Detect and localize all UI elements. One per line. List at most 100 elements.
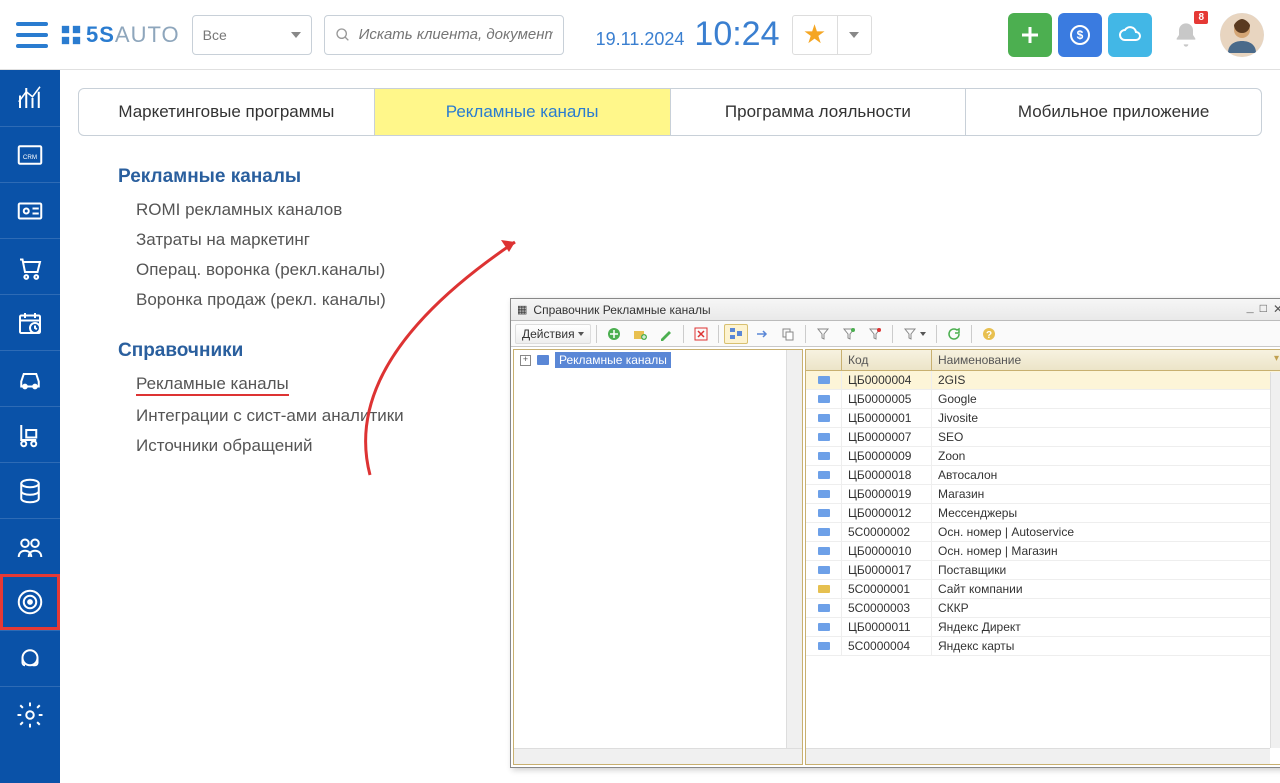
cell-name: Мессенджеры [932,504,1280,522]
tree-panel: + Рекламные каналы [513,349,803,765]
actions-menu[interactable]: Действия [515,324,591,344]
tree-scrollbar-v[interactable] [786,350,802,748]
help-button[interactable]: ? [977,324,1001,344]
col-code[interactable]: Код [842,350,932,370]
grid-scrollbar-v[interactable] [1270,372,1280,748]
window-titlebar[interactable]: ▦ Справочник Рекламные каналы _ □ ✕ [511,299,1280,321]
sidebar-item-marketing[interactable] [0,574,60,630]
table-row[interactable]: ЦБ0000007SEO [806,428,1280,447]
grid-header: Код Наименование▾ [806,350,1280,371]
cell-code: ЦБ0000019 [842,485,932,503]
edit-button[interactable] [654,324,678,344]
window-icon: ▦ [517,303,527,316]
tab-1[interactable]: Рекламные каналы [375,89,671,135]
cell-code: 5С0000001 [842,580,932,598]
people-icon [15,532,45,562]
cell-name: СККР [932,599,1280,617]
tab-3[interactable]: Мобильное приложение [966,89,1261,135]
table-row[interactable]: 5С0000002Осн. номер | Autoservice [806,523,1280,542]
hamburger-menu[interactable] [16,22,48,48]
tree-scrollbar-h[interactable] [514,748,802,764]
grid-panel: Код Наименование▾ ЦБ00000042GISЦБ0000005… [805,349,1280,765]
close-button[interactable]: ✕ [1273,302,1280,317]
table-row[interactable]: ЦБ0000009Zoon [806,447,1280,466]
copy-button[interactable] [776,324,800,344]
refresh-button[interactable] [942,324,966,344]
notifications[interactable]: 8 [1164,13,1208,57]
cell-name: Zoon [932,447,1280,465]
table-row[interactable]: ЦБ0000010Осн. номер | Магазин [806,542,1280,561]
row-icon [818,414,830,422]
sidebar-item-calendar[interactable] [0,294,60,350]
table-row[interactable]: 5С0000003СККР [806,599,1280,618]
favorites[interactable]: ★ [792,15,872,55]
user-avatar[interactable] [1220,13,1264,57]
window-title: Справочник Рекламные каналы [533,303,710,317]
table-row[interactable]: ЦБ0000001Jivosite [806,409,1280,428]
sidebar-item-crm[interactable]: CRM [0,126,60,182]
cell-code: ЦБ0000017 [842,561,932,579]
nav-link[interactable]: Рекламные каналы [136,374,289,396]
svg-text:$: $ [1077,28,1084,42]
expand-icon[interactable]: + [520,355,531,366]
sidebar-item-support[interactable] [0,630,60,686]
table-row[interactable]: ЦБ00000042GIS [806,371,1280,390]
add-button[interactable] [1008,13,1052,57]
hierarchy-button[interactable] [724,324,748,344]
tree-root[interactable]: + Рекламные каналы [514,350,802,370]
top-buttons: $ [1008,13,1152,57]
car-icon [15,364,45,394]
filter-dropdown[interactable]: Все [192,15,312,55]
sidebar-item-inventory[interactable] [0,406,60,462]
filter-value: Все [203,27,227,43]
cell-name: SEO [932,428,1280,446]
move-button[interactable] [750,324,774,344]
table-row[interactable]: ЦБ0000012Мессенджеры [806,504,1280,523]
table-row[interactable]: 5С0000001Сайт компании [806,580,1280,599]
table-row[interactable]: ЦБ0000018Автосалон [806,466,1280,485]
nav-link[interactable]: Операц. воронка (рекл.каналы) [136,260,1222,280]
sidebar-item-dashboard[interactable] [0,70,60,126]
search-box[interactable] [324,15,564,55]
grid-scrollbar-h[interactable] [806,748,1270,764]
maximize-button[interactable]: □ [1260,302,1267,317]
delete-button[interactable] [689,324,713,344]
nav-link[interactable]: ROMI рекламных каналов [136,200,1222,220]
search-input[interactable] [359,26,553,43]
table-row[interactable]: ЦБ0000005Google [806,390,1280,409]
tab-2[interactable]: Программа лояльности [671,89,967,135]
date: 19.11.2024 [596,29,685,50]
col-name[interactable]: Наименование▾ [932,350,1280,370]
add-item-button[interactable] [602,324,626,344]
settings-sync-button[interactable]: $ [1058,13,1102,57]
sidebar-item-vehicles[interactable] [0,350,60,406]
section-title: Рекламные каналы [118,166,1222,188]
trolley-icon [15,420,45,450]
add-folder-button[interactable] [628,324,652,344]
col-icon[interactable] [806,350,842,370]
filter3-button[interactable] [863,324,887,344]
tab-0[interactable]: Маркетинговые программы [79,89,375,135]
sidebar-item-settings[interactable] [0,686,60,742]
sidebar-item-contacts[interactable] [0,182,60,238]
filter-clear-button[interactable] [898,324,931,344]
cell-code: ЦБ0000012 [842,504,932,522]
sidebar-item-orders[interactable] [0,238,60,294]
chevron-down-icon [291,32,301,38]
table-row[interactable]: ЦБ0000017Поставщики [806,561,1280,580]
sidebar-item-team[interactable] [0,518,60,574]
filter2-button[interactable] [837,324,861,344]
row-icon [818,452,830,460]
table-row[interactable]: 5С0000004Яндекс карты [806,637,1280,656]
filter1-button[interactable] [811,324,835,344]
nav-link[interactable]: Затраты на маркетинг [136,230,1222,250]
cloud-button[interactable] [1108,13,1152,57]
sidebar-item-finance[interactable] [0,462,60,518]
table-row[interactable]: ЦБ0000011Яндекс Директ [806,618,1280,637]
minimize-button[interactable]: _ [1247,302,1254,317]
favorites-dropdown[interactable] [837,16,871,54]
datetime: 19.11.2024 10:24 [596,15,780,54]
cell-name: Google [932,390,1280,408]
row-icon [818,509,830,517]
table-row[interactable]: ЦБ0000019Магазин [806,485,1280,504]
